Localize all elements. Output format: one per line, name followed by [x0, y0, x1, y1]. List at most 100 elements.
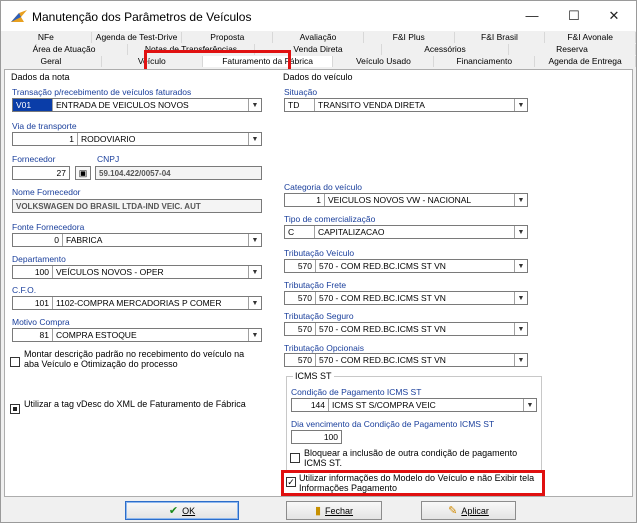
maximize-button[interactable]: ☐ — [554, 5, 594, 27]
close-button[interactable]: ✕ — [594, 5, 634, 27]
trib-frete-desc: 570 - COM RED.BC.ICMS ST VN — [319, 293, 446, 303]
chevron-down-icon[interactable]: ▼ — [514, 226, 527, 238]
montar-descricao-text: Montar descrição padrão no recebimento d… — [24, 349, 245, 369]
tab-row-1: NFe Agenda de Test-Drive Proposta Avalia… — [1, 32, 637, 43]
chevron-down-icon[interactable]: ▼ — [248, 99, 261, 111]
tab-veiculo-usado[interactable]: Veículo Usado — [333, 56, 435, 67]
trib-opcionais-code[interactable]: 570 — [285, 354, 316, 366]
trib-seguro-select[interactable]: 570 570 - COM RED.BC.ICMS ST VN ▼ — [284, 322, 528, 336]
chevron-down-icon[interactable]: ▼ — [248, 266, 261, 278]
aplicar-label: Aplicar — [461, 505, 489, 516]
door-exit-icon: ▮ — [314, 505, 322, 517]
trib-opcionais-select[interactable]: 570 570 - COM RED.BC.ICMS ST VN ▼ — [284, 353, 528, 367]
fornecedor-field[interactable]: 27 — [12, 166, 70, 180]
tipo-code[interactable]: C — [285, 226, 315, 238]
chevron-down-icon[interactable]: ▼ — [248, 133, 261, 145]
departamento-code[interactable]: 100 — [13, 266, 53, 278]
tab-agenda-entrega[interactable]: Agenda de Entrega — [535, 56, 637, 67]
tab-panel: Dados da nota Transação p/recebimento de… — [4, 69, 633, 497]
chevron-down-icon[interactable]: ▼ — [514, 99, 527, 111]
categoria-desc: VEICULOS NOVOS VW - NACIONAL — [328, 195, 472, 205]
trib-seguro-label: Tributação Seguro — [284, 311, 354, 321]
transacao-select[interactable]: V01 ENTRADA DE VEICULOS NOVOS ▼ — [12, 98, 262, 112]
departamento-select[interactable]: 100 VEÍCULOS NOVOS - OPER ▼ — [12, 265, 262, 279]
chevron-down-icon[interactable]: ▼ — [514, 354, 527, 366]
window: Manutenção dos Parâmetros de Veículos — … — [0, 0, 637, 523]
chevron-down-icon[interactable]: ▼ — [248, 234, 261, 246]
utilizar-modelo-checkbox[interactable]: ✓ — [286, 477, 296, 487]
lookup-icon[interactable]: ▣ — [75, 166, 91, 180]
ok-label: OK — [182, 505, 196, 516]
fonte-select[interactable]: 0 FABRICA ▼ — [12, 233, 262, 247]
fechar-label: Fechar — [325, 505, 354, 516]
tab-fi-avonale[interactable]: F&I Avonale — [545, 32, 637, 43]
cond-pagamento-select[interactable]: 144 ICMS ST S/COMPRA VEIC ▼ — [291, 398, 537, 412]
tab-reserva[interactable]: Reserva — [509, 44, 636, 55]
title-bar: Manutenção dos Parâmetros de Veículos — … — [1, 1, 636, 31]
chevron-down-icon[interactable]: ▼ — [248, 297, 261, 309]
trib-seguro-code[interactable]: 570 — [285, 323, 316, 335]
categoria-code[interactable]: 1 — [285, 194, 325, 206]
cfo-select[interactable]: 101 1102-COMPRA MERCADORIAS P COMER ▼ — [12, 296, 262, 310]
tab-fi-brasil[interactable]: F&I Brasil — [455, 32, 546, 43]
fonte-label: Fonte Fornecedora — [12, 222, 85, 232]
tab-financiamento[interactable]: Financiamento — [434, 56, 536, 67]
fechar-button[interactable]: ▮ Fechar — [286, 501, 382, 520]
motivo-label: Motivo Compra — [12, 317, 70, 327]
tab-nfe[interactable]: NFe — [1, 32, 92, 43]
via-code[interactable]: 1 — [13, 133, 78, 145]
aplicar-button[interactable]: ✎ Aplicar — [421, 501, 516, 520]
chevron-down-icon[interactable]: ▼ — [248, 329, 261, 341]
motivo-select[interactable]: 81 COMPRA ESTOQUE ▼ — [12, 328, 262, 342]
bloquear-checkbox[interactable] — [290, 453, 300, 463]
trib-veiculo-code[interactable]: 570 — [285, 260, 316, 272]
fonte-code[interactable]: 0 — [13, 234, 63, 246]
utilizar-modelo-text: Utilizar informações do Modelo do Veícul… — [299, 473, 535, 493]
categoria-label: Categoria do veículo — [284, 182, 362, 192]
motivo-desc: COMPRA ESTOQUE — [56, 330, 137, 340]
via-desc: RODOVIARIO — [81, 134, 136, 144]
trib-frete-code[interactable]: 570 — [285, 292, 316, 304]
cfo-code[interactable]: 101 — [13, 297, 53, 309]
tab-proposta[interactable]: Proposta — [182, 32, 274, 43]
departamento-label: Departamento — [12, 254, 66, 264]
motivo-code[interactable]: 81 — [13, 329, 53, 341]
cfo-desc: 1102-COMPRA MERCADORIAS P COMER — [56, 298, 222, 308]
tipo-select[interactable]: C CAPITALIZACAO ▼ — [284, 225, 528, 239]
fornecedor-label: Fornecedor — [12, 154, 56, 164]
minimize-button[interactable]: — — [512, 5, 552, 27]
categoria-select[interactable]: 1 VEICULOS NOVOS VW - NACIONAL ▼ — [284, 193, 528, 207]
tab-geral[interactable]: Geral — [1, 56, 102, 67]
situacao-select[interactable]: TD TRANSITO VENDA DIRETA ▼ — [284, 98, 528, 112]
via-select[interactable]: 1 RODOVIARIO ▼ — [12, 132, 262, 146]
montar-descricao-checkbox[interactable] — [10, 357, 20, 367]
trib-veiculo-select[interactable]: 570 570 - COM RED.BC.ICMS ST VN ▼ — [284, 259, 528, 273]
trib-frete-select[interactable]: 570 570 - COM RED.BC.ICMS ST VN ▼ — [284, 291, 528, 305]
tab-fi-plus[interactable]: F&I Plus — [364, 32, 455, 43]
tab-row-3: Geral Veículo Faturamento da Fábrica Veí… — [1, 56, 637, 67]
chevron-down-icon[interactable]: ▼ — [523, 399, 536, 411]
vdesc-checkbox[interactable] — [10, 404, 20, 414]
tab-agenda-test-drive[interactable]: Agenda de Test-Drive — [92, 32, 183, 43]
tab-acessorios[interactable]: Acessórios — [382, 44, 509, 55]
dia-vencimento-label: Dia vencimento da Condição de Pagamento … — [291, 419, 495, 429]
chevron-down-icon[interactable]: ▼ — [514, 194, 527, 206]
situacao-code[interactable]: TD — [285, 99, 315, 111]
nome-fornecedor-field: VOLKSWAGEN DO BRASIL LTDA-IND VEIC. AUT — [12, 199, 262, 213]
apply-icon: ✎ — [448, 505, 458, 517]
tab-avaliacao[interactable]: Avaliação — [273, 32, 364, 43]
trib-veiculo-desc: 570 - COM RED.BC.ICMS ST VN — [319, 261, 446, 271]
trib-frete-label: Tributação Frete — [284, 280, 347, 290]
transacao-code[interactable]: V01 — [13, 99, 53, 111]
dia-vencimento-field[interactable]: 100 — [291, 430, 342, 444]
tab-area-atuacao[interactable]: Área de Atuação — [1, 44, 128, 55]
ok-button[interactable]: ✔ OK — [125, 501, 239, 520]
trib-seguro-desc: 570 - COM RED.BC.ICMS ST VN — [319, 324, 446, 334]
situacao-desc: TRANSITO VENDA DIRETA — [318, 100, 425, 110]
chevron-down-icon[interactable]: ▼ — [514, 260, 527, 272]
chevron-down-icon[interactable]: ▼ — [514, 292, 527, 304]
nome-fornecedor-label: Nome Fornecedor — [12, 187, 81, 197]
cond-pagamento-code[interactable]: 144 — [292, 399, 329, 411]
tipo-desc: CAPITALIZACAO — [318, 227, 385, 237]
chevron-down-icon[interactable]: ▼ — [514, 323, 527, 335]
